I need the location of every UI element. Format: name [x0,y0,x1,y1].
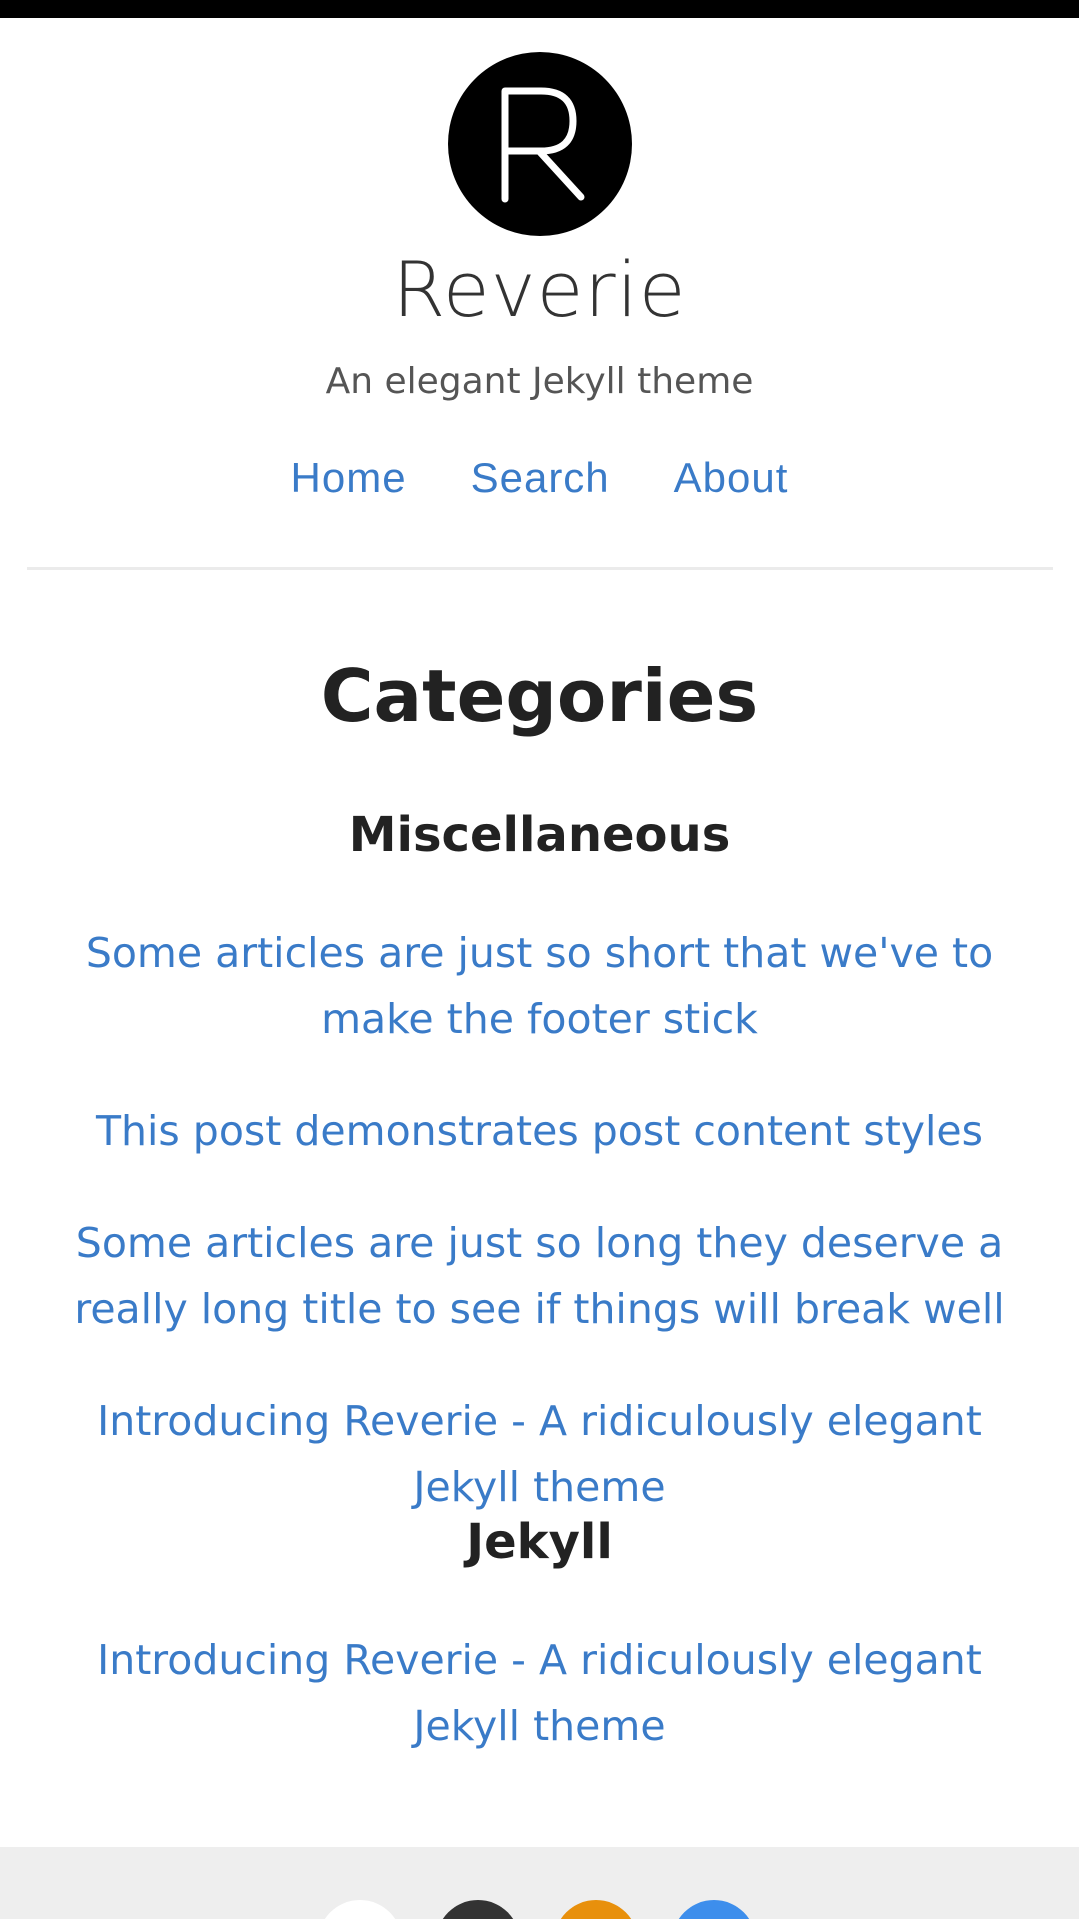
site-tagline: An elegant Jekyll theme [325,361,754,402]
post-link[interactable]: Some articles are just so long they dese… [40,1210,1039,1342]
social-icon-1[interactable] [318,1900,402,1919]
social-icon-2[interactable] [436,1900,520,1919]
nav-search-link[interactable]: Search [471,450,610,506]
nav-about-link[interactable]: About [674,450,789,506]
category-heading-jekyll: Jekyll [466,1514,613,1570]
post-link[interactable]: Introducing Reverie - A ridiculously ele… [40,1627,1039,1759]
site-title[interactable]: Reverie [0,248,1079,332]
nav-home-link[interactable]: Home [291,450,407,506]
post-link[interactable]: Introducing Reverie - A ridiculously ele… [40,1388,1039,1520]
page-title: Categories [320,654,759,738]
site-logo[interactable] [448,52,632,236]
logo-r-icon [501,87,585,203]
header-divider [27,567,1053,570]
top-bar [0,0,1079,18]
social-icon-4[interactable] [672,1900,756,1919]
social-icon-3[interactable] [554,1900,638,1919]
site-footer [0,1847,1079,1919]
category-heading-miscellaneous: Miscellaneous [348,807,731,863]
main-nav: Home Search About [0,450,1079,506]
post-link[interactable]: Some articles are just so short that we'… [40,920,1039,1052]
post-link[interactable]: This post demonstrates post content styl… [40,1098,1039,1164]
